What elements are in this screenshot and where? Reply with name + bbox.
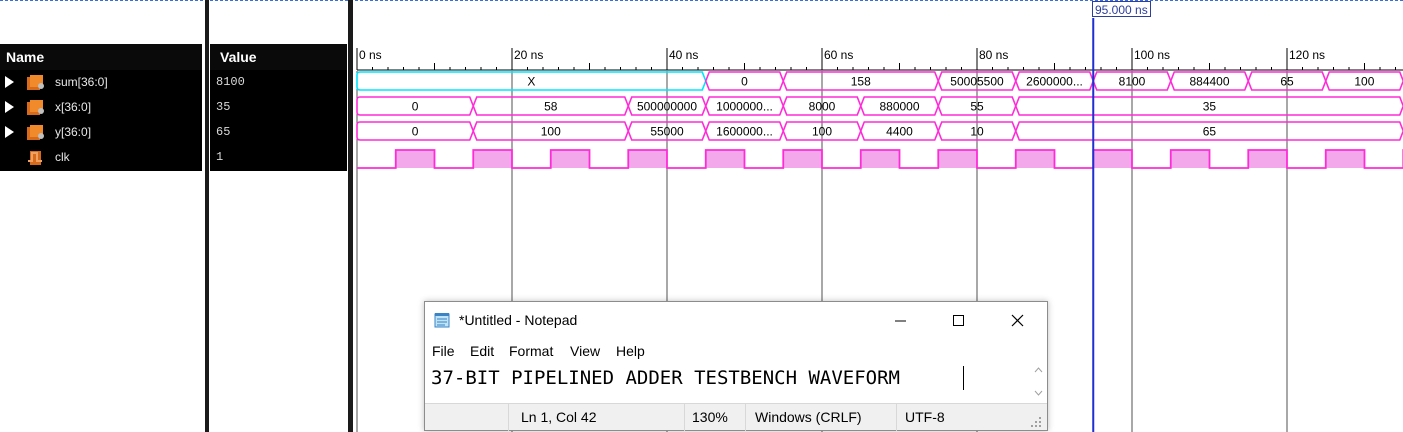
clock-high-fill (1093, 150, 1132, 168)
bus-value-label: 1600000... (716, 125, 773, 139)
ruler-tick-label: 80 ns (979, 48, 1008, 62)
clock-high-fill (550, 150, 590, 168)
close-icon (1011, 314, 1024, 327)
clock-high-fill (473, 150, 512, 168)
clock-high-fill (1015, 150, 1055, 168)
notepad-title: *Untitled - Notepad (459, 312, 578, 328)
bus-value-label: X (527, 75, 535, 89)
status-line-ending: Windows (CRLF) (755, 409, 862, 425)
status-cursor-position: Ln 1, Col 42 (521, 409, 597, 425)
bus-value-label: 100 (812, 125, 832, 139)
minimize-button[interactable] (877, 302, 923, 338)
notepad-menubar: File Edit Format View Help (425, 341, 1045, 363)
close-button[interactable] (994, 302, 1040, 338)
clock-high-fill (783, 150, 822, 168)
bus-value-label: 65 (1203, 125, 1217, 139)
bus-value-label: 8100 (1119, 75, 1146, 89)
vertical-scrollbar[interactable] (1030, 363, 1047, 403)
text-caret (963, 366, 964, 390)
bus-value-label: 100 (541, 125, 561, 139)
bus-value-label: 880000 (879, 100, 919, 114)
bus-value-label: 50005500 (950, 75, 1004, 89)
notepad-app-icon (434, 313, 450, 328)
cursor-time-label[interactable]: 95.000 ns (1092, 1, 1151, 17)
menu-edit[interactable]: Edit (470, 343, 494, 359)
notepad-statusbar: Ln 1, Col 42 130% Windows (CRLF) UTF-8 (425, 403, 1047, 431)
notepad-titlebar[interactable]: *Untitled - Notepad (425, 302, 1047, 338)
ruler-tick-label: 60 ns (824, 48, 853, 62)
clock-high-fill (395, 150, 435, 168)
maximize-icon (953, 315, 964, 326)
maximize-button[interactable] (935, 302, 981, 338)
bus-value-label: 55 (970, 100, 984, 114)
menu-view[interactable]: View (570, 343, 600, 359)
bus-value-label: 55000 (650, 125, 684, 139)
notepad-content[interactable]: 37-BIT PIPELINED ADDER TESTBENCH WAVEFOR… (431, 367, 900, 389)
bus-value-label: 100 (1354, 75, 1374, 89)
status-separator (896, 404, 897, 431)
bus-value-label: 1000000... (716, 100, 773, 114)
status-separator (745, 404, 746, 431)
clock-high-fill (705, 150, 745, 168)
ruler-tick-label: 40 ns (669, 48, 698, 62)
notepad-text-area[interactable]: 37-BIT PIPELINED ADDER TESTBENCH WAVEFOR… (425, 363, 1045, 403)
menu-file[interactable]: File (432, 343, 455, 359)
status-encoding: UTF-8 (905, 409, 945, 425)
menu-format[interactable]: Format (509, 343, 553, 359)
bus-value-label: 884400 (1189, 75, 1229, 89)
ruler-tick-label: 120 ns (1289, 48, 1325, 62)
ruler-tick-label: 0 ns (359, 48, 382, 62)
bus-value-label: 4400 (886, 125, 913, 139)
bus-value-label: 0 (412, 125, 419, 139)
ruler-tick-label: 100 ns (1134, 48, 1170, 62)
bus-value-label: 10 (970, 125, 984, 139)
clock-high-fill (1325, 150, 1365, 168)
status-separator (684, 404, 685, 431)
bus-value-label: 58 (544, 100, 558, 114)
bus-value-label: 35 (1203, 100, 1217, 114)
notepad-window[interactable]: *Untitled - Notepad File Edit Format Vie… (424, 301, 1048, 431)
resize-grip-icon[interactable] (1030, 416, 1042, 428)
clock-high-fill (1170, 150, 1210, 168)
bus-value-label: 65 (1280, 75, 1294, 89)
bus-value-label: 158 (851, 75, 871, 89)
minimize-icon (895, 320, 906, 322)
ruler-tick-label: 20 ns (514, 48, 543, 62)
bus-value-label: 0 (412, 100, 419, 114)
clock-high-fill (628, 150, 667, 168)
waveform-viewer-window: Name sum[36:0] x[36:0] y[36:0] clk Value… (0, 0, 1403, 432)
status-separator (508, 404, 509, 431)
bus-value-label: 2600000... (1026, 75, 1083, 89)
menu-help[interactable]: Help (616, 343, 645, 359)
scroll-arrows-icon (1034, 367, 1043, 396)
status-zoom: 130% (692, 409, 728, 425)
clock-high-fill (860, 150, 900, 168)
clock-high-fill (1248, 150, 1287, 168)
clock-high-fill (938, 150, 977, 168)
bus-value-label: 0 (741, 75, 748, 89)
bus-value-label: 8000 (809, 100, 836, 114)
bus-value-label: 500000000 (637, 100, 697, 114)
